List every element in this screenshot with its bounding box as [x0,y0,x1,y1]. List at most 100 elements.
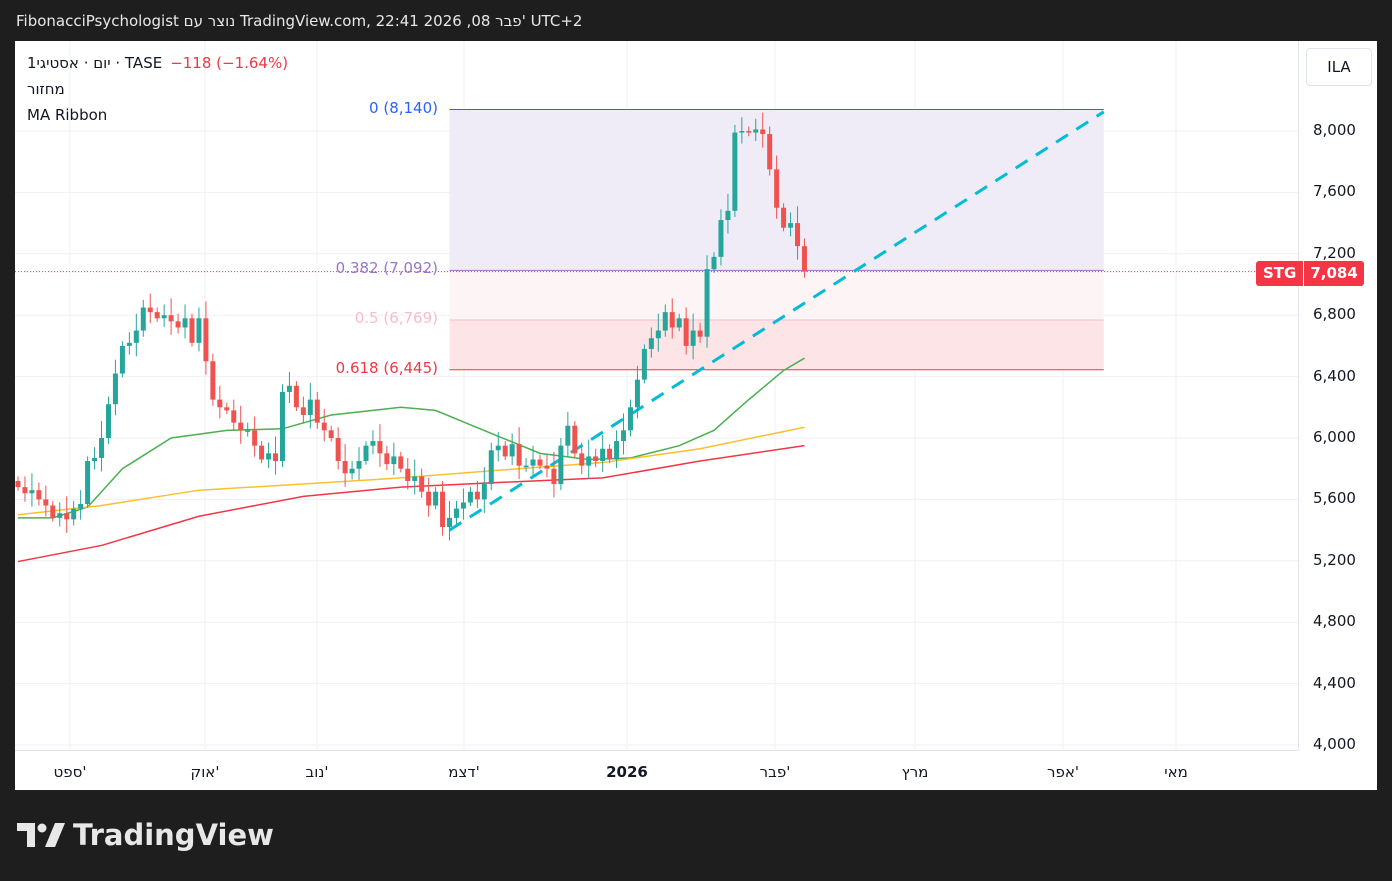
candle-body [447,517,453,528]
candle-body [126,342,132,346]
candle-body [307,399,313,415]
price-axis-label: 4,800 [1313,612,1356,631]
price-tag-value: 7,084 [1304,261,1364,286]
candle-body [593,456,599,462]
price-axis-label: 7,600 [1313,182,1356,201]
candle-body [433,491,439,506]
candle-body [502,445,508,457]
chart-panel[interactable]: 1יום · אסטיגי · TASE −118 (−1.64%) מחזור … [15,41,1377,790]
candle-body [662,312,668,331]
symbol-legend[interactable]: 1יום · אסטיגי · TASE −118 (−1.64%) [27,54,288,72]
candle-body [210,361,216,400]
candle-body [217,399,223,408]
candle-body [15,480,21,488]
candle-body [36,490,42,500]
time-axis[interactable]: ספט' אוק' נוב' דצמ' 2026 פבר' מרץ אפר' מאי [15,750,1298,790]
candle-body [718,220,724,257]
candle-body [342,461,348,474]
candle-body [788,223,794,228]
price-axis-label: 4,400 [1313,673,1356,692]
candle-body [474,491,480,500]
time-axis-label: נוב' [305,763,329,781]
time-axis-label: פבר' [759,763,791,781]
candle-body [676,318,682,328]
chart-header-title: FibonacciPsychologist נוצר עם TradingVie… [16,12,583,30]
candle-body [523,465,529,468]
candle-body [426,491,432,506]
candle-body [795,223,801,247]
candle-body [293,385,299,408]
candle-body [43,499,49,506]
fib-level-label: 0.5 (6,769) [354,308,438,327]
candle-body [453,508,459,518]
candle-body [537,459,543,466]
price-axis-label: 4,000 [1313,735,1356,753]
time-axis-label: מאי [1164,763,1188,781]
candle-body [29,490,35,494]
candle-body [481,484,487,500]
symbol-info: 1יום · אסטיגי · TASE [27,54,163,72]
candle-body [781,207,787,228]
candle-body [112,373,118,405]
candle-body [412,476,418,481]
candle-body [182,318,188,328]
ma-ribbon-legend[interactable]: MA Ribbon [27,106,107,124]
candle-body [363,445,369,462]
candle-body [398,456,404,469]
candle-body [760,129,766,135]
candle-body [231,410,237,423]
tradingview-logo[interactable]: TradingView [17,818,274,852]
candle-body [78,504,84,509]
fib-level-label: 0.382 (7,092) [335,259,438,278]
candle-body [238,422,244,431]
candle-body [252,430,258,446]
candle-body [634,379,640,408]
candle-body [370,441,376,446]
candle-body [203,318,209,362]
candle-body [384,453,390,465]
ma-line [17,426,805,516]
candle-body [99,438,105,458]
price-axis[interactable]: 8,000 7,600 7,200 6,800 6,400 6,000 5,600 5,200… [1298,41,1377,753]
candle-body [641,348,647,380]
candle-body [697,330,703,337]
last-price-tag: STG 7,084 [1256,261,1364,286]
candle-body [579,453,585,466]
time-axis-label: 2026 [606,763,648,781]
candle-body [328,430,334,438]
time-axis-label: מרץ [901,763,929,781]
fib-level-label: 0 (8,140) [369,98,438,117]
candle-body [300,407,306,415]
candle-body [774,169,780,208]
time-axis-label: אוק' [190,763,220,781]
candle-body [495,445,501,451]
candle-body [669,312,675,328]
candle-body [266,453,272,460]
price-tag-symbol: STG [1256,261,1305,286]
candle-body [711,256,717,270]
candle-body [147,307,153,313]
price-plot[interactable] [15,41,1298,750]
time-axis-label: ספט' [53,763,87,781]
candle-body [279,391,285,462]
candle-body [614,441,620,460]
volume-legend[interactable]: מחזור [27,80,65,98]
candle-body [105,404,111,438]
candle-body [440,491,446,528]
candle-body [161,315,167,319]
candle-body [467,491,473,503]
candle-body [64,513,70,520]
currency-button[interactable]: ILA [1306,48,1372,86]
candle-body [57,513,63,518]
candle-body [140,307,146,331]
price-axis-label: 5,600 [1313,489,1356,508]
candle-body [335,438,341,462]
candle-body [314,399,320,423]
candle-body [627,407,633,431]
logo-text: TradingView [73,818,274,852]
candle-body [92,457,98,462]
candle-body [419,476,425,492]
candle-body [704,269,710,337]
candle-body [655,330,661,339]
candle-body [725,210,731,221]
